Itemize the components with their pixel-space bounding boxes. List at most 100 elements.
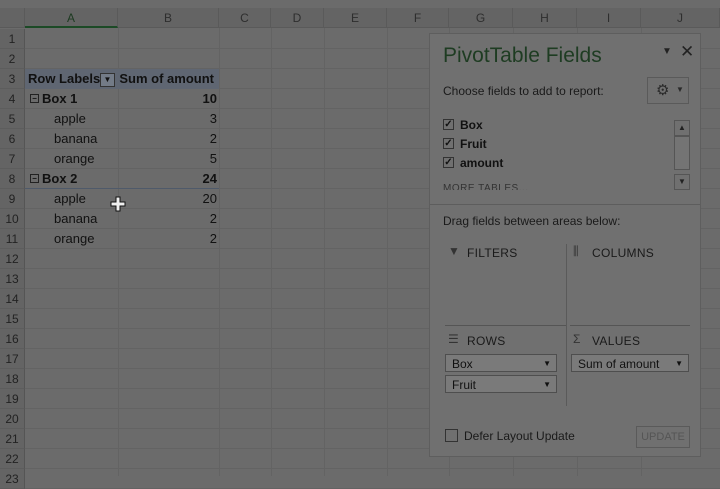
row-header[interactable]: 11 bbox=[0, 229, 25, 249]
choose-fields-label: Choose fields to add to report: bbox=[443, 84, 604, 98]
column-header-e[interactable]: E bbox=[324, 8, 387, 28]
row-labels-header[interactable]: Row Labels bbox=[28, 69, 100, 89]
column-header-b[interactable]: B bbox=[118, 8, 219, 28]
item-label[interactable]: banana bbox=[54, 209, 97, 229]
sum-of-amount-header[interactable]: Sum of amount bbox=[118, 69, 214, 89]
row-header[interactable]: 17 bbox=[0, 349, 25, 369]
select-all-corner[interactable] bbox=[0, 8, 25, 28]
item-label[interactable]: orange bbox=[54, 149, 94, 169]
row-header[interactable]: 22 bbox=[0, 449, 25, 469]
item-label[interactable]: banana bbox=[54, 129, 97, 149]
item-value[interactable]: 5 bbox=[118, 149, 217, 169]
row-header[interactable]: 4 bbox=[0, 89, 25, 109]
rows-icon: ☰ bbox=[448, 332, 459, 346]
rows-field-fruit[interactable]: Fruit ▼ bbox=[445, 375, 557, 393]
row-header[interactable]: 18 bbox=[0, 369, 25, 389]
pill-label: Sum of amount bbox=[578, 357, 660, 371]
pill-label: Box bbox=[452, 357, 473, 371]
row-header[interactable]: 10 bbox=[0, 209, 25, 229]
field-label: Fruit bbox=[460, 137, 487, 151]
column-header-f[interactable]: F bbox=[387, 8, 449, 28]
chevron-down-icon[interactable]: ▼ bbox=[543, 376, 551, 394]
scroll-down-icon[interactable]: ▼ bbox=[674, 174, 690, 190]
panel-title: PivotTable Fields bbox=[443, 44, 602, 67]
row-header[interactable]: 2 bbox=[0, 49, 25, 69]
group-total-box1[interactable]: 10 bbox=[118, 89, 217, 109]
item-value[interactable]: 2 bbox=[118, 209, 217, 229]
collapse-icon[interactable]: − bbox=[30, 94, 39, 104]
row-header[interactable]: 21 bbox=[0, 429, 25, 449]
panel-options-dropdown-icon[interactable]: ▼ bbox=[662, 46, 672, 57]
column-header-a[interactable]: A bbox=[25, 8, 118, 28]
row-labels-filter-dropdown[interactable]: ▼ bbox=[100, 73, 115, 87]
item-value[interactable]: 2 bbox=[118, 229, 217, 249]
field-amount[interactable]: ✓ amount bbox=[443, 154, 503, 172]
values-area-label: VALUES bbox=[592, 334, 641, 348]
gridline bbox=[219, 28, 220, 476]
gridline bbox=[324, 28, 325, 476]
row-header[interactable]: 6 bbox=[0, 129, 25, 149]
checkbox-checked-icon[interactable]: ✓ bbox=[443, 119, 454, 131]
sigma-icon: Σ bbox=[573, 332, 581, 346]
item-label[interactable]: apple bbox=[54, 109, 86, 129]
rows-field-box[interactable]: Box ▼ bbox=[445, 354, 557, 372]
row-header[interactable]: 12 bbox=[0, 249, 25, 269]
row-header[interactable]: 5 bbox=[0, 109, 25, 129]
row-header[interactable]: 16 bbox=[0, 329, 25, 349]
values-field-sum-amount[interactable]: Sum of amount ▼ bbox=[571, 354, 689, 372]
field-list-scrollbar[interactable]: ▲ ▼ bbox=[674, 120, 690, 190]
row-header[interactable]: 13 bbox=[0, 269, 25, 289]
filters-area-label: FILTERS bbox=[467, 246, 518, 260]
collapse-icon[interactable]: − bbox=[30, 174, 39, 184]
field-label: Box bbox=[460, 118, 483, 132]
chevron-down-icon: ▼ bbox=[676, 85, 684, 94]
rows-area-label: ROWS bbox=[467, 334, 506, 348]
row-header[interactable]: 20 bbox=[0, 409, 25, 429]
row-header[interactable]: 15 bbox=[0, 309, 25, 329]
column-header-j[interactable]: J bbox=[641, 8, 720, 28]
close-icon[interactable]: ✕ bbox=[680, 42, 694, 62]
row-header[interactable]: 14 bbox=[0, 289, 25, 309]
column-header-g[interactable]: G bbox=[449, 8, 513, 28]
group-label: Box 1 bbox=[42, 91, 78, 106]
group-row-box2[interactable]: − Box 2 bbox=[30, 169, 77, 189]
row-header[interactable]: 8 bbox=[0, 169, 25, 189]
gridline bbox=[387, 28, 388, 476]
column-header-d[interactable]: D bbox=[271, 8, 324, 28]
update-button[interactable]: UPDATE bbox=[636, 426, 690, 448]
cell-cursor-icon bbox=[110, 196, 126, 212]
row-header[interactable]: 1 bbox=[0, 29, 25, 49]
item-value[interactable]: 3 bbox=[118, 109, 217, 129]
pivottable-fields-panel: PivotTable Fields ▼ ✕ Choose fields to a… bbox=[429, 33, 701, 457]
pill-label: Fruit bbox=[452, 378, 476, 392]
column-header-i[interactable]: I bbox=[577, 8, 641, 28]
scroll-up-icon[interactable]: ▲ bbox=[674, 120, 690, 136]
checkbox-checked-icon[interactable]: ✓ bbox=[443, 138, 454, 150]
row-header[interactable]: 9 bbox=[0, 189, 25, 209]
area-divider bbox=[570, 325, 690, 326]
column-header-c[interactable]: C bbox=[219, 8, 271, 28]
checkbox-unchecked-icon[interactable] bbox=[445, 429, 458, 443]
row-header[interactable]: 23 bbox=[0, 469, 25, 489]
row-header[interactable]: 19 bbox=[0, 389, 25, 409]
more-tables-link[interactable]: MORE TABLES... bbox=[443, 182, 529, 190]
row-header[interactable]: 3 bbox=[0, 69, 25, 89]
columns-area-label: COLUMNS bbox=[592, 246, 655, 260]
scroll-thumb[interactable] bbox=[674, 136, 690, 170]
checkbox-checked-icon[interactable]: ✓ bbox=[443, 157, 454, 169]
defer-layout-update[interactable]: Defer Layout Update bbox=[445, 429, 575, 443]
group-row-box1[interactable]: − Box 1 bbox=[30, 89, 77, 109]
item-label[interactable]: apple bbox=[54, 189, 86, 209]
item-value[interactable]: 20 bbox=[118, 189, 217, 209]
item-label[interactable]: orange bbox=[54, 229, 94, 249]
column-header-h[interactable]: H bbox=[513, 8, 577, 28]
item-value[interactable]: 2 bbox=[118, 129, 217, 149]
group-total-box2[interactable]: 24 bbox=[118, 169, 217, 189]
chevron-down-icon[interactable]: ▼ bbox=[543, 355, 551, 373]
columns-icon: ⫼ bbox=[573, 244, 579, 258]
row-header[interactable]: 7 bbox=[0, 149, 25, 169]
field-fruit[interactable]: ✓ Fruit bbox=[443, 135, 487, 153]
field-box[interactable]: ✓ Box bbox=[443, 116, 483, 134]
tools-button[interactable]: ⚙ ▼ bbox=[647, 77, 689, 104]
chevron-down-icon[interactable]: ▼ bbox=[675, 355, 683, 373]
